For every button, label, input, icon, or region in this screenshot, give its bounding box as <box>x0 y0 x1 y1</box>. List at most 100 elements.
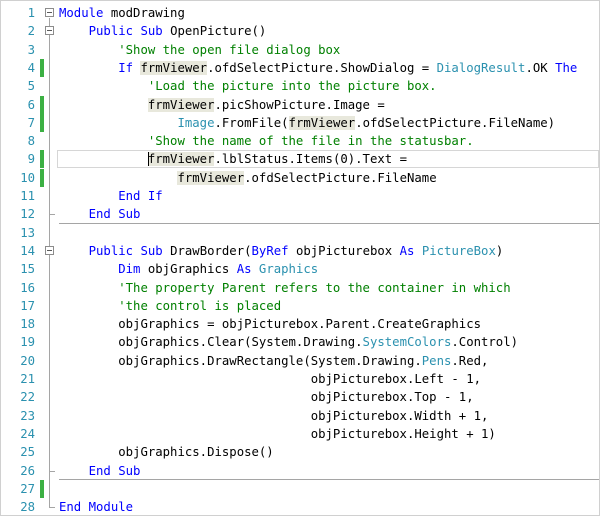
code-text[interactable]: Module modDrawing <box>59 4 185 22</box>
code-line[interactable]: 17 'the control is placed <box>1 297 599 315</box>
code-line[interactable]: 2 Public Sub OpenPicture() <box>1 22 599 40</box>
line-number: 17 <box>20 299 35 313</box>
code-line[interactable]: 28 End Module <box>1 498 599 515</box>
code-text[interactable]: frmViewer.picShowPicture.Image = <box>59 96 385 114</box>
line-number: 12 <box>20 207 35 221</box>
code-line[interactable]: 7 Image.FromFile(frmViewer.ofdSelectPict… <box>1 114 599 132</box>
code-token: objGraphics.DrawRectangle(System.Drawing… <box>118 354 422 368</box>
line-number: 5 <box>27 79 35 93</box>
code-line[interactable]: 10 frmViewer.ofdSelectPicture.FileName <box>1 169 599 187</box>
line-number: 14 <box>20 244 35 258</box>
line-number: 28 <box>20 500 35 514</box>
keyword-token: The <box>555 61 578 75</box>
code-line[interactable]: 9 frmViewer.lblStatus.Items(0).Text = <box>1 150 599 168</box>
code-text[interactable]: objGraphics = objPicturebox.Parent.Creat… <box>59 315 481 333</box>
collapse-icon[interactable] <box>45 246 54 255</box>
collapse-icon[interactable] <box>45 26 54 35</box>
change-indicator <box>40 59 44 77</box>
line-number: 11 <box>20 189 35 203</box>
code-text[interactable]: If frmViewer.ofdSelectPicture.ShowDialog… <box>59 59 577 77</box>
type-token: DialogResult <box>436 61 526 75</box>
code-line[interactable]: 22 objPicturebox.Top - 1, <box>1 388 599 406</box>
comment-token: 'Show the open file dialog box <box>118 43 341 57</box>
type-token: Graphics <box>258 262 319 276</box>
code-text[interactable]: 'The property Parent refers to the conta… <box>59 279 510 297</box>
line-number: 4 <box>27 61 35 75</box>
code-token: .picShowPicture.Image = <box>214 98 385 112</box>
line-number: 16 <box>20 281 35 295</box>
code-line[interactable]: 19 objGraphics.Clear(System.Drawing.Syst… <box>1 333 599 351</box>
code-token: ) <box>495 244 504 258</box>
code-text[interactable]: 'Show the name of the file in the status… <box>59 132 474 150</box>
keyword-token: ByRef <box>251 244 289 258</box>
code-line[interactable]: 23 objPicturebox.Width + 1, <box>1 407 599 425</box>
line-number: 21 <box>20 372 35 386</box>
code-text[interactable]: Public Sub DrawBorder(ByRef objPicturebo… <box>59 242 504 260</box>
code-line[interactable]: 25 objGraphics.Dispose() <box>1 443 599 461</box>
code-text[interactable]: frmViewer.ofdSelectPicture.FileName <box>59 169 437 187</box>
code-line[interactable]: 27 <box>1 480 599 498</box>
code-line[interactable]: 3 'Show the open file dialog box <box>1 41 599 59</box>
code-line[interactable]: 21 objPicturebox.Left - 1, <box>1 370 599 388</box>
code-token: .ofdSelectPicture.ShowDialog = <box>207 61 437 75</box>
code-token: objPicturebox.Height + 1) <box>310 427 496 441</box>
code-line[interactable]: 1 Module modDrawing <box>1 4 599 22</box>
code-line[interactable]: 14 Public Sub DrawBorder(ByRef objPictur… <box>1 242 599 260</box>
code-text[interactable]: frmViewer.lblStatus.Items(0).Text = <box>59 150 407 168</box>
code-line[interactable]: 8 'Show the name of the file in the stat… <box>1 132 599 150</box>
type-token: Image <box>177 116 215 130</box>
code-text[interactable]: objPicturebox.Height + 1) <box>59 425 496 443</box>
line-number: 13 <box>20 226 35 240</box>
code-line[interactable]: 13 <box>1 224 599 242</box>
code-text[interactable]: End Sub <box>59 462 141 480</box>
code-text[interactable]: 'Show the open file dialog box <box>59 41 340 59</box>
code-line[interactable]: 15 Dim objGraphics As Graphics <box>1 260 599 278</box>
code-token: DrawBorder( <box>162 244 252 258</box>
keyword-token: Module <box>88 500 134 514</box>
code-line[interactable]: 12 End Sub <box>1 205 599 223</box>
code-text[interactable]: Public Sub OpenPicture() <box>59 22 267 40</box>
code-text[interactable]: End If <box>59 187 162 205</box>
code-line[interactable]: 16 'The property Parent refers to the co… <box>1 279 599 297</box>
code-line[interactable]: 6 frmViewer.picShowPicture.Image = <box>1 96 599 114</box>
line-number: 2 <box>27 24 35 38</box>
code-line[interactable]: 11 End If <box>1 187 599 205</box>
line-number: 10 <box>20 171 35 185</box>
keyword-token: Sub <box>118 207 141 221</box>
code-token: .FromFile( <box>214 116 289 130</box>
code-text[interactable]: objGraphics.Dispose() <box>59 443 273 461</box>
code-line[interactable]: 26 End Sub <box>1 462 599 480</box>
line-number: 3 <box>27 43 35 57</box>
line-number: 25 <box>20 445 35 459</box>
code-text[interactable]: 'the control is placed <box>59 297 281 315</box>
code-token: modDrawing <box>103 6 185 20</box>
code-line[interactable]: 18 objGraphics = objPicturebox.Parent.Cr… <box>1 315 599 333</box>
code-text[interactable]: Image.FromFile(frmViewer.ofdSelectPictur… <box>59 114 555 132</box>
line-number: 24 <box>20 427 35 441</box>
code-text[interactable]: objGraphics.Clear(System.Drawing.SystemC… <box>59 333 518 351</box>
code-token: .ofdSelectPicture.FileName) <box>355 116 556 130</box>
keyword-token: End <box>118 189 141 203</box>
code-text[interactable]: objPicturebox.Top - 1, <box>59 388 474 406</box>
keyword-token: Public <box>88 244 134 258</box>
code-text[interactable]: 'Load the picture into the picture box. <box>59 77 437 95</box>
code-line[interactable]: 5 'Load the picture into the picture box… <box>1 77 599 95</box>
highlighted-reference: frmViewer <box>177 171 245 185</box>
line-number: 26 <box>20 464 35 478</box>
code-editor[interactable]: 1 Module modDrawing 2 Public Sub OpenPictu… <box>0 0 600 516</box>
code-line[interactable]: 24 objPicturebox.Height + 1) <box>1 425 599 443</box>
code-text[interactable]: End Sub <box>59 205 141 223</box>
code-token: objPicturebox <box>288 244 400 258</box>
keyword-token: Sub <box>118 464 141 478</box>
code-line[interactable]: 4 If frmViewer.ofdSelectPicture.ShowDial… <box>1 59 599 77</box>
code-text[interactable]: objPicturebox.Left - 1, <box>59 370 481 388</box>
change-indicator <box>40 114 44 132</box>
collapse-icon[interactable] <box>45 8 54 17</box>
code-line[interactable]: 20 objGraphics.DrawRectangle(System.Draw… <box>1 352 599 370</box>
code-text[interactable]: objPicturebox.Width + 1, <box>59 407 489 425</box>
code-text[interactable]: End Module <box>59 498 134 515</box>
keyword-token: Module <box>59 6 104 20</box>
code-text[interactable]: Dim objGraphics As Graphics <box>59 260 318 278</box>
keyword-token: Dim <box>118 262 141 276</box>
code-text[interactable]: objGraphics.DrawRectangle(System.Drawing… <box>59 352 488 370</box>
